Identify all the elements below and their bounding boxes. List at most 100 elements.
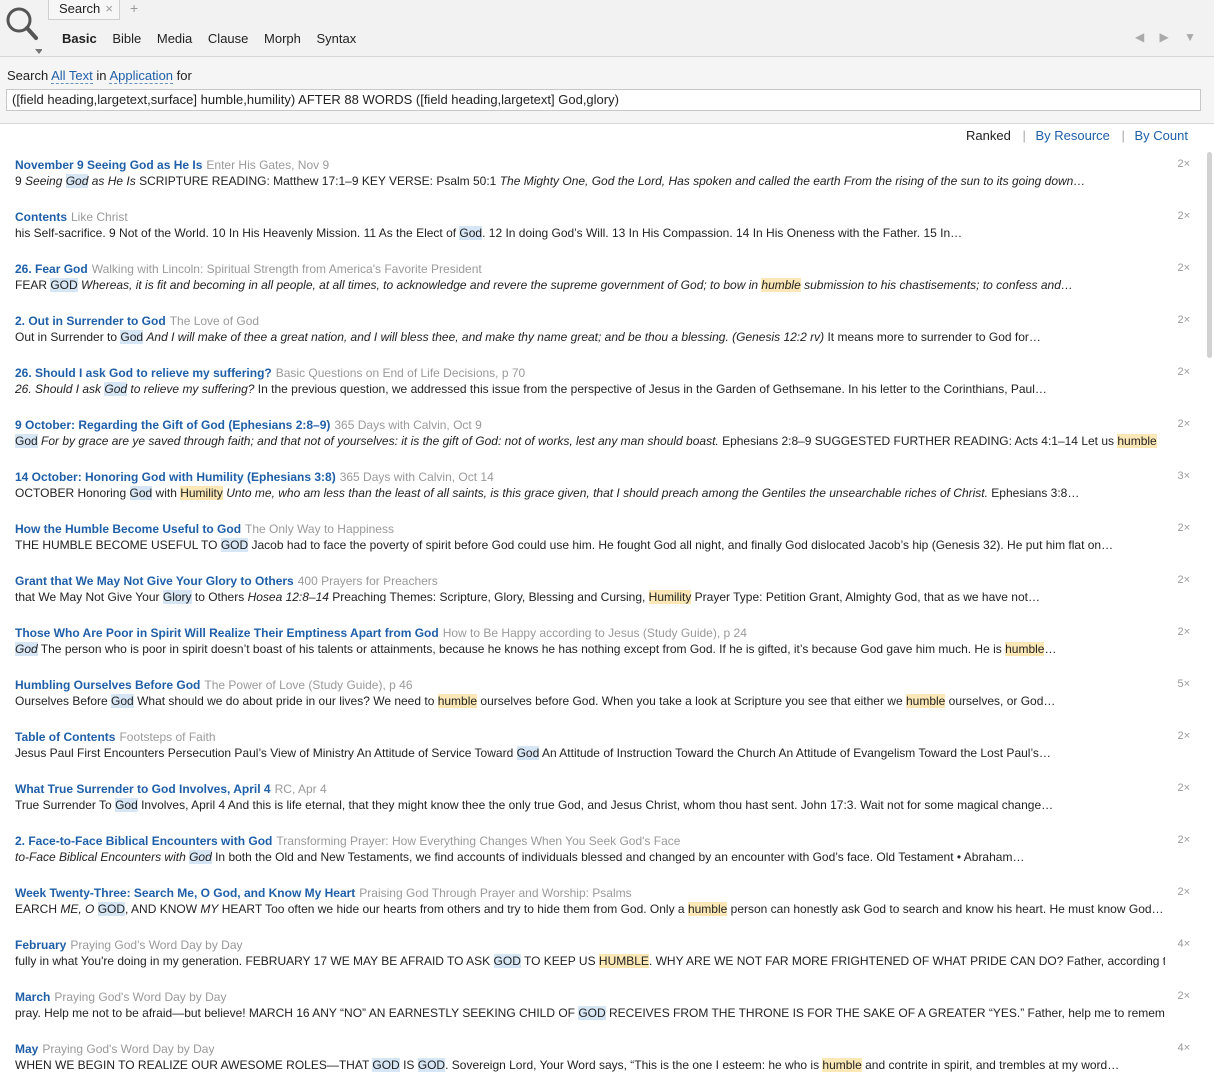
search-hit-highlight: God [104, 382, 128, 396]
result-source[interactable]: 365 Days with Calvin, Oct 9 [334, 418, 481, 432]
result-item[interactable]: Contents Like Christ his Self-sacrifice. … [0, 208, 1204, 260]
result-source[interactable]: 400 Prayers for Preachers [298, 574, 438, 588]
tab-bible[interactable]: Bible [112, 31, 141, 46]
result-title-link[interactable]: Week Twenty-Three: Search Me, O God, and… [15, 886, 355, 900]
result-item[interactable]: Week Twenty-Three: Search Me, O God, and… [0, 884, 1204, 936]
result-item[interactable]: Table of Contents Footsteps of Faith Jesus… [0, 728, 1204, 780]
result-source[interactable]: The Power of Love (Study Guide), p 46 [204, 678, 412, 692]
result-source[interactable]: Praying God's Word Day by Day [42, 1042, 214, 1056]
result-snippet[interactable]: True Surrender To God Involves, April 4 … [15, 798, 1165, 812]
result-source[interactable]: Praising God Through Prayer and Worship:… [359, 886, 631, 900]
result-heading: 2. Out in Surrender to God The Love of Go… [15, 314, 259, 328]
result-item[interactable]: Grant that We May Not Give Your Glory to… [0, 572, 1204, 624]
results-scrollbar[interactable] [1207, 152, 1212, 358]
result-title-link[interactable]: 2. Face-to-Face Biblical Encounters with… [15, 834, 272, 848]
result-source[interactable]: Enter His Gates, Nov 9 [206, 158, 329, 172]
result-item[interactable]: Those Who Are Poor in Spirit Will Realiz… [0, 624, 1204, 676]
result-snippet[interactable]: EARCH ME, O GOD, AND KNOW MY HEART Too o… [15, 902, 1165, 916]
result-source[interactable]: The Love of God [170, 314, 259, 328]
tab-syntax[interactable]: Syntax [317, 31, 357, 46]
scope-dropdown[interactable]: All Text [51, 68, 93, 84]
result-source[interactable]: How to Be Happy according to Jesus (Stud… [443, 626, 747, 640]
result-item[interactable]: March Praying God's Word Day by Day pray. … [0, 988, 1204, 1040]
sort-by-resource[interactable]: By Resource [1035, 128, 1109, 143]
result-snippet[interactable]: Ourselves Before God What should we do a… [15, 694, 1165, 708]
result-item[interactable]: Humbling Ourselves Before God The Power o… [0, 676, 1204, 728]
result-title-link[interactable]: May [15, 1042, 38, 1056]
search-hit-highlight: GOD [372, 1058, 400, 1072]
result-title-link[interactable]: March [15, 990, 50, 1004]
result-item[interactable]: May Praying God's Word Day by Day WHEN WE … [0, 1040, 1204, 1092]
result-title-link[interactable]: Table of Contents [15, 730, 115, 744]
sort-by-count[interactable]: By Count [1135, 128, 1188, 143]
snippet-text: TO KEEP US [520, 954, 599, 968]
result-source[interactable]: Footsteps of Faith [119, 730, 215, 744]
search-input[interactable]: ([field heading,largetext,surface] humbl… [6, 89, 1201, 111]
result-title-link[interactable]: 14 October: Honoring God with Humility (… [15, 470, 336, 484]
result-title-link[interactable]: Those Who Are Poor in Spirit Will Realiz… [15, 626, 439, 640]
collection-dropdown[interactable]: Application [109, 68, 174, 84]
result-snippet[interactable]: Jesus Paul First Encounters Persecution … [15, 746, 1165, 760]
result-item[interactable]: 26. Fear God Walking with Lincoln: Spirit… [0, 260, 1204, 312]
result-title-link[interactable]: What True Surrender to God Involves, Apr… [15, 782, 271, 796]
result-item[interactable]: 26. Should I ask God to relieve my suffe… [0, 364, 1204, 416]
result-source[interactable]: Praying God's Word Day by Day [70, 938, 242, 952]
result-title-link[interactable]: Contents [15, 210, 67, 224]
result-title-link[interactable]: 2. Out in Surrender to God [15, 314, 166, 328]
result-heading: 9 October: Regarding the Gift of God (Ep… [15, 418, 482, 432]
result-source[interactable]: Walking with Lincoln: Spiritual Strength… [92, 262, 482, 276]
result-snippet[interactable]: FEAR GOD Whereas, it is fit and becoming… [15, 278, 1165, 292]
result-title-link[interactable]: Humbling Ourselves Before God [15, 678, 200, 692]
result-title-link[interactable]: How the Humble Become Useful to God [15, 522, 241, 536]
search-panel-icon[interactable] [2, 2, 42, 54]
result-snippet[interactable]: THE HUMBLE BECOME USEFUL TO GOD Jacob ha… [15, 538, 1165, 552]
tab-search[interactable]: Search × [48, 0, 120, 20]
result-title-link[interactable]: 26. Fear God [15, 262, 88, 276]
result-item[interactable]: What True Surrender to God Involves, Apr… [0, 780, 1204, 832]
result-snippet[interactable]: 9 Seeing God as He Is SCRIPTURE READING:… [15, 174, 1165, 188]
result-source[interactable]: Transforming Prayer: How Everything Chan… [276, 834, 680, 848]
result-source[interactable]: The Only Way to Happiness [245, 522, 394, 536]
result-title-link[interactable]: November 9 Seeing God as He Is [15, 158, 202, 172]
result-item[interactable]: November 9 Seeing God as He Is Enter His … [0, 156, 1204, 208]
snippet-text: Ephesians 3:8… [987, 486, 1080, 500]
result-item[interactable]: How the Humble Become Useful to God The O… [0, 520, 1204, 572]
result-item[interactable]: 14 October: Honoring God with Humility (… [0, 468, 1204, 520]
result-snippet[interactable]: 26. Should I ask God to relieve my suffe… [15, 382, 1165, 396]
result-item[interactable]: 9 October: Regarding the Gift of God (Ep… [0, 416, 1204, 468]
sort-ranked[interactable]: Ranked [966, 128, 1011, 143]
result-snippet[interactable]: his Self-sacrifice. 9 Not of the World. … [15, 226, 1165, 240]
result-source[interactable]: 365 Days with Calvin, Oct 14 [340, 470, 494, 484]
result-snippet[interactable]: pray. Help me not to be afraid—but belie… [15, 1006, 1165, 1020]
result-snippet[interactable]: God The person who is poor in spirit doe… [15, 642, 1165, 656]
result-snippet[interactable]: to-Face Biblical Encounters with God In … [15, 850, 1165, 864]
tab-media[interactable]: Media [157, 31, 192, 46]
result-heading: November 9 Seeing God as He Is Enter His … [15, 158, 329, 172]
forward-arrow-icon[interactable]: ▶ [1160, 30, 1169, 44]
back-arrow-icon[interactable]: ◀ [1135, 30, 1144, 44]
result-title-link[interactable]: 9 October: Regarding the Gift of God (Ep… [15, 418, 330, 432]
tab-close-icon[interactable]: × [105, 0, 113, 17]
tab-morph[interactable]: Morph [264, 31, 301, 46]
history-menu-icon[interactable]: ▼ [1184, 30, 1196, 44]
result-item[interactable]: 2. Out in Surrender to God The Love of Go… [0, 312, 1204, 364]
result-snippet[interactable]: OCTOBER Honoring God with Humility Unto … [15, 486, 1165, 500]
result-snippet[interactable]: God For by grace are ye saved through fa… [15, 434, 1165, 448]
tab-clause[interactable]: Clause [208, 31, 248, 46]
result-source[interactable]: RC, Apr 4 [275, 782, 327, 796]
result-snippet[interactable]: Out in Surrender to God And I will make … [15, 330, 1165, 344]
result-title-link[interactable]: February [15, 938, 66, 952]
result-item[interactable]: 2. Face-to-Face Biblical Encounters with… [0, 832, 1204, 884]
add-tab-icon[interactable]: + [130, 0, 138, 16]
result-source[interactable]: Like Christ [71, 210, 128, 224]
result-title-link[interactable]: Grant that We May Not Give Your Glory to… [15, 574, 294, 588]
result-item[interactable]: February Praying God's Word Day by Day ful… [0, 936, 1204, 988]
result-source[interactable]: Praying God's Word Day by Day [54, 990, 226, 1004]
result-title-link[interactable]: 26. Should I ask God to relieve my suffe… [15, 366, 272, 380]
result-snippet[interactable]: that We May Not Give Your Glory to Other… [15, 590, 1165, 604]
hit-count: 4× [1177, 1042, 1190, 1054]
result-snippet[interactable]: fully in what You're doing in my generat… [15, 954, 1165, 968]
result-snippet[interactable]: WHEN WE BEGIN TO REALIZE OUR AWESOME ROL… [15, 1058, 1165, 1072]
tab-basic[interactable]: Basic [62, 31, 97, 46]
result-source[interactable]: Basic Questions on End of Life Decisions… [276, 366, 525, 380]
